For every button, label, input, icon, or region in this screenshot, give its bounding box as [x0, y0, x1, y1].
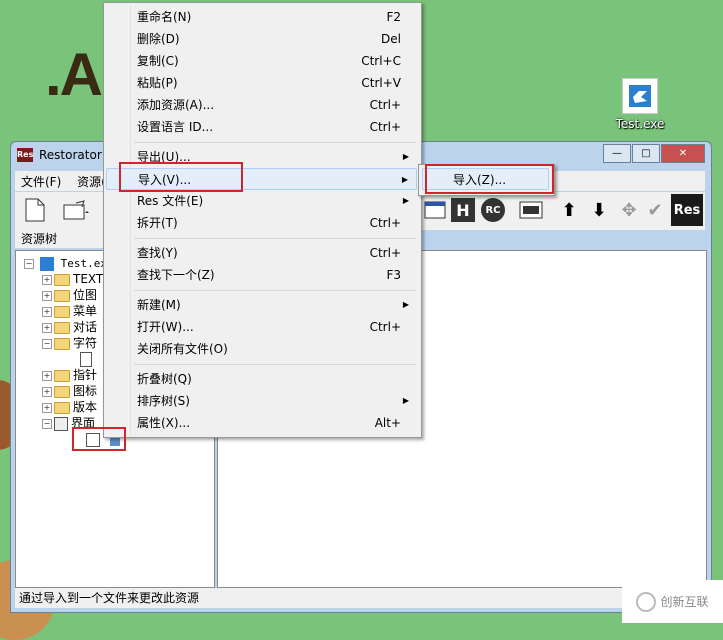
menu-item-delete[interactable]: 删除(D) Del	[106, 28, 417, 50]
dialog-preview-icon[interactable]	[423, 198, 447, 222]
menu-item-properties[interactable]: 属性(X)... Alt+	[106, 412, 417, 434]
app-icon: Res	[17, 148, 33, 162]
highlight-box-import	[119, 162, 243, 192]
submenu-arrow-icon: ▶	[402, 300, 409, 309]
maximize-button[interactable]: □	[632, 144, 660, 163]
menu-item-open[interactable]: 打开(W)... Ctrl+	[106, 316, 417, 338]
submenu-arrow-icon: ▶	[402, 396, 409, 405]
desktop-icon-label: Test.exe	[615, 117, 665, 131]
menu-separator	[134, 290, 416, 291]
tree-item[interactable]: + TEXT	[42, 271, 103, 287]
rc-icon[interactable]: RC	[481, 198, 505, 222]
folder-icon	[54, 385, 70, 398]
folder-icon	[54, 369, 70, 382]
menu-file[interactable]: 文件(F)	[15, 171, 67, 192]
interface-icon	[54, 416, 68, 431]
menu-item-close-all[interactable]: 关闭所有文件(O)	[106, 338, 417, 360]
menu-item-sort-tree[interactable]: 排序树(S) ▶	[106, 390, 417, 412]
highlight-box-submenu	[425, 164, 554, 194]
menu-separator	[134, 238, 416, 239]
expand-icon[interactable]: +	[42, 306, 52, 317]
window-title: Restorator	[39, 148, 102, 162]
watermark-text: 创新互联	[660, 595, 709, 609]
submenu-arrow-icon: ▶	[402, 152, 409, 161]
watermark-logo: 创新互联	[622, 580, 723, 623]
menu-item-add-resource[interactable]: 添加资源(A)... Ctrl+	[106, 94, 417, 116]
new-file-icon[interactable]	[23, 198, 47, 222]
folder-icon	[54, 273, 70, 286]
tree-item-label: 指针	[73, 368, 98, 382]
menu-item-set-language[interactable]: 设置语言 ID... Ctrl+	[106, 116, 417, 138]
tree-child[interactable]	[80, 351, 92, 367]
expand-icon[interactable]: +	[42, 290, 52, 301]
menu-item-rename[interactable]: 重命名(N) F2	[106, 6, 417, 28]
desktop-wallpaper-text: .A	[45, 41, 103, 108]
document-icon	[80, 352, 92, 367]
tree-item-label: 位图	[73, 288, 98, 302]
move-up-icon[interactable]: ⬆	[557, 198, 581, 222]
tree-item-label: 字符	[73, 336, 98, 350]
expand-icon[interactable]: +	[42, 402, 52, 413]
tree-item-label: TEXT	[73, 272, 104, 286]
minimize-button[interactable]: —	[603, 144, 631, 163]
folder-icon	[54, 305, 70, 318]
close-button[interactable]: ✕	[661, 144, 705, 163]
expand-icon[interactable]: +	[42, 370, 52, 381]
menu-item-find-next[interactable]: 查找下一个(Z) F3	[106, 264, 417, 286]
menu-item-res-file[interactable]: Res 文件(E) ▶	[106, 190, 417, 212]
folder-icon	[54, 321, 70, 334]
menu-separator	[134, 364, 416, 365]
collapse-icon[interactable]: −	[42, 338, 52, 349]
folder-open-icon	[54, 337, 70, 350]
menu-item-copy[interactable]: 复制(C) Ctrl+C	[106, 50, 417, 72]
tree-item[interactable]: − 字符	[42, 335, 97, 351]
tree-item-label: 对话	[73, 320, 98, 334]
res-logo-icon: Res	[671, 194, 703, 226]
menu-item-paste[interactable]: 粘贴(P) Ctrl+V	[106, 72, 417, 94]
tree-item[interactable]: + 图标	[42, 383, 97, 399]
tree-item[interactable]: + 对话	[42, 319, 97, 335]
collapse-icon[interactable]: −	[24, 258, 34, 269]
navigate-icon[interactable]: ✥	[617, 198, 641, 222]
submenu-arrow-icon: ▶	[402, 196, 409, 205]
exe-file-icon	[39, 256, 54, 271]
context-menu: 重命名(N) F2 删除(D) Del 复制(C) Ctrl+C 粘贴(P) Ctrl+…	[103, 2, 422, 438]
collapse-icon[interactable]: −	[42, 418, 52, 429]
tree-item-label: 菜单	[73, 304, 98, 318]
tree-item-label: 图标	[73, 384, 98, 398]
folder-icon	[54, 401, 70, 414]
highlight-box-tree-item	[72, 427, 126, 451]
exe-file-icon	[622, 78, 658, 114]
tree-item[interactable]: + 指针	[42, 367, 97, 383]
menu-item-collapse-tree[interactable]: 折叠树(Q)	[106, 368, 417, 390]
open-file-icon[interactable]	[59, 198, 93, 222]
tree-root[interactable]: − Test.exe	[24, 255, 114, 271]
tree-item-label: 版本	[73, 400, 98, 414]
watermark-icon	[636, 591, 657, 612]
menu-separator	[134, 142, 416, 143]
binary-view-icon[interactable]	[519, 198, 543, 222]
tree-item[interactable]: + 位图	[42, 287, 97, 303]
expand-icon[interactable]: +	[42, 274, 52, 285]
expand-icon[interactable]: +	[42, 322, 52, 333]
menu-item-find[interactable]: 查找(Y) Ctrl+	[106, 242, 417, 264]
folder-icon	[54, 289, 70, 302]
tree-item[interactable]: + 版本	[42, 399, 97, 415]
menu-item-new[interactable]: 新建(M) ▶	[106, 294, 417, 316]
expand-icon[interactable]: +	[42, 386, 52, 397]
status-bar: 通过导入到一个文件来更改此资源	[15, 588, 709, 608]
header-icon[interactable]: H	[451, 198, 475, 222]
check-icon[interactable]: ✔	[643, 198, 667, 222]
move-down-icon[interactable]: ⬇	[587, 198, 611, 222]
tree-item[interactable]: + 菜单	[42, 303, 97, 319]
desktop-icon-test-exe[interactable]: Test.exe	[610, 78, 670, 131]
submenu-arrow-icon: ▶	[401, 175, 408, 184]
menu-item-split[interactable]: 拆开(T) Ctrl+	[106, 212, 417, 234]
